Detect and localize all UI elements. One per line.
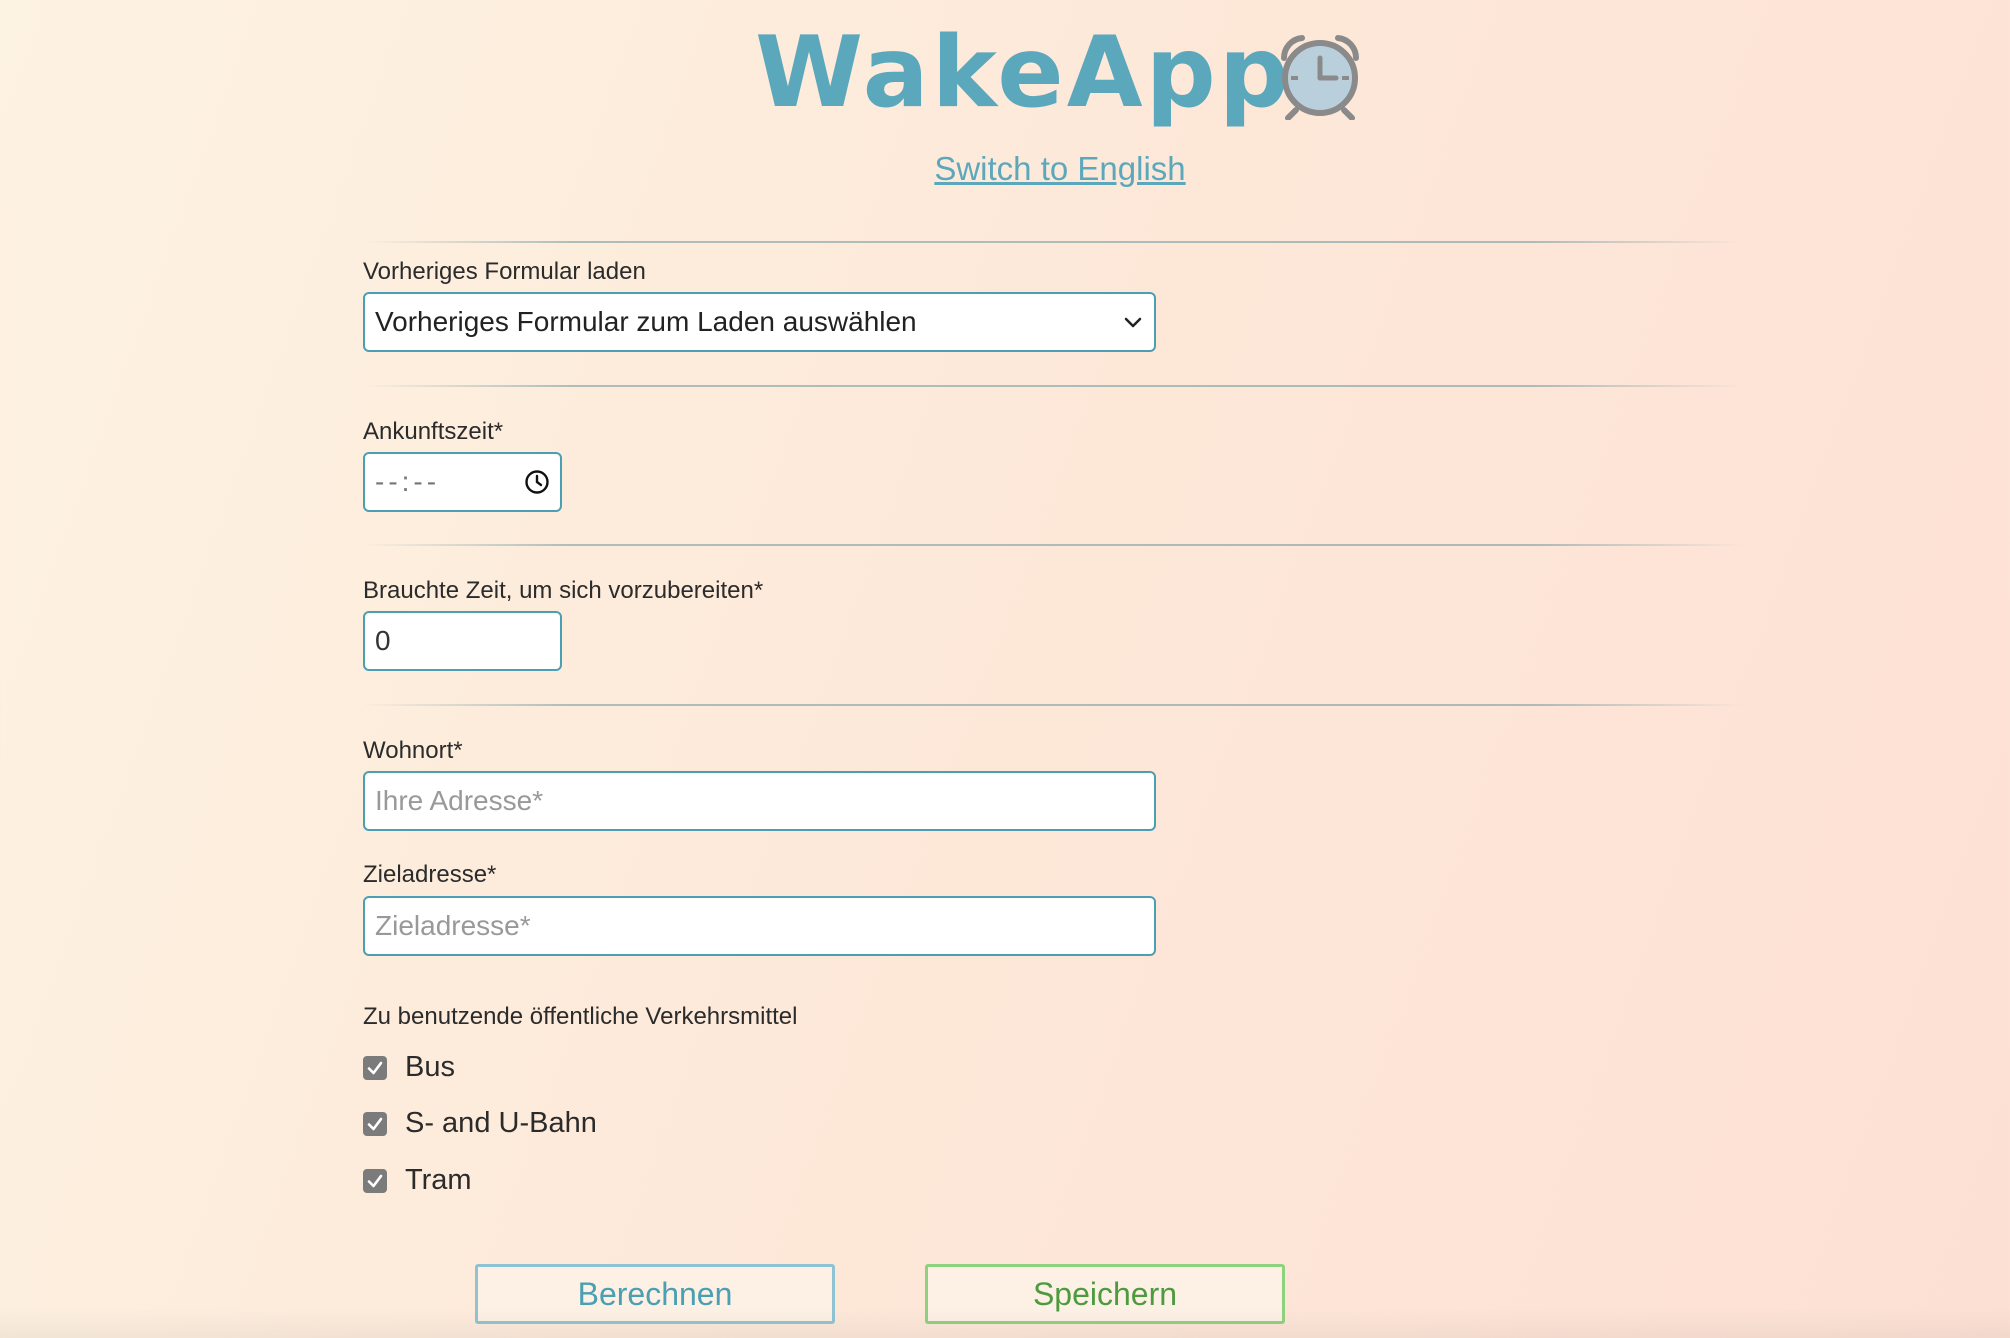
app-title: WakeApp — [755, 16, 1292, 130]
checkbox-row-tram[interactable]: Tram — [363, 1164, 472, 1197]
checkmark-icon — [367, 1117, 383, 1130]
bottom-shade — [0, 1308, 2010, 1338]
checkbox-row-sbahn[interactable]: S- and U-Bahn — [363, 1107, 597, 1140]
bus-checkbox[interactable] — [363, 1055, 387, 1080]
prep-time-value: 0 — [375, 625, 391, 656]
previous-form-select[interactable]: Vorheriges Formular zum Laden auswählen — [363, 292, 1156, 352]
checkmark-icon — [367, 1174, 383, 1187]
bus-label: Bus — [405, 1051, 455, 1083]
divider — [363, 241, 1743, 243]
switch-language-link[interactable]: Switch to English — [0, 150, 2010, 188]
home-address-placeholder: Ihre Adresse* — [375, 785, 544, 816]
tram-checkbox[interactable] — [363, 1168, 387, 1193]
home-address-input[interactable]: Ihre Adresse* — [363, 771, 1156, 831]
destination-label: Zieladresse* — [363, 861, 497, 888]
chevron-down-icon — [1124, 317, 1142, 328]
divider — [363, 544, 1743, 546]
prep-time-input[interactable]: 0 — [363, 611, 562, 671]
alarm-clock-icon — [1280, 35, 1360, 120]
sbahn-label: S- and U-Bahn — [405, 1107, 597, 1139]
checkmark-icon — [367, 1061, 383, 1074]
destination-placeholder: Zieladresse* — [375, 910, 531, 941]
checkbox-row-bus[interactable]: Bus — [363, 1051, 455, 1084]
prep-time-label: Brauchte Zeit, um sich vorzubereiten* — [363, 577, 764, 604]
header: WakeApp — [0, 0, 2010, 130]
arrival-time-label: Ankunftszeit* — [363, 418, 504, 445]
divider — [363, 385, 1743, 387]
previous-form-label: Vorheriges Formular laden — [363, 258, 646, 285]
destination-input[interactable]: Zieladresse* — [363, 896, 1156, 956]
clock-icon[interactable] — [524, 469, 550, 495]
arrival-time-placeholder: --:-- — [375, 466, 441, 497]
sbahn-checkbox[interactable] — [363, 1111, 387, 1136]
home-address-label: Wohnort* — [363, 737, 463, 764]
tram-label: Tram — [405, 1164, 472, 1196]
transport-label: Zu benutzende öffentliche Verkehrsmittel — [363, 1003, 798, 1030]
divider — [363, 704, 1743, 706]
arrival-time-input[interactable]: --:-- — [363, 452, 562, 512]
previous-form-selected: Vorheriges Formular zum Laden auswählen — [375, 306, 917, 337]
